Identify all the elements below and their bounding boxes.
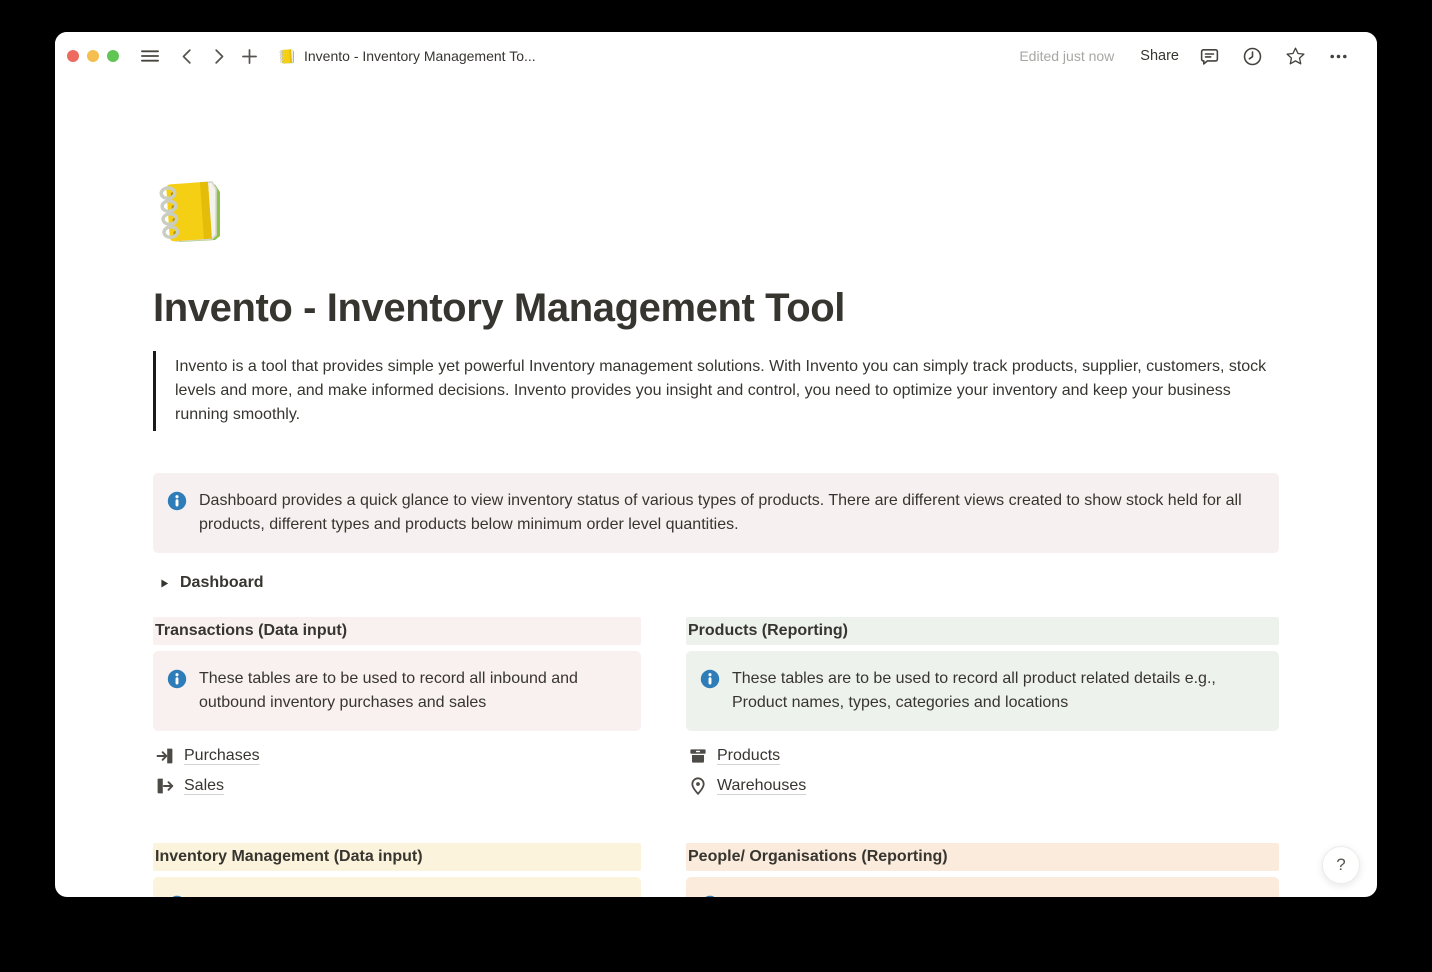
dashboard-callout[interactable]: Dashboard provides a quick glance to vie…	[153, 473, 1279, 553]
forward-button[interactable]	[206, 44, 231, 69]
inventory-management-callout-text: These tables are to be used to record al…	[199, 893, 625, 897]
minimize-window-button[interactable]	[87, 50, 99, 62]
comment-bubble-icon	[1199, 46, 1220, 67]
fullscreen-window-button[interactable]	[107, 50, 119, 62]
warehouses-link[interactable]: Warehouses	[686, 771, 1279, 801]
exit-door-icon	[155, 776, 175, 796]
purchases-link[interactable]: Purchases	[153, 741, 641, 771]
right-column: Products (Reporting) These tables are to…	[686, 617, 1279, 897]
app-window: Invento - Inventory Management To... Edi…	[55, 32, 1377, 897]
location-pin-icon	[688, 776, 708, 796]
quote-text: Invento is a tool that provides simple y…	[175, 355, 1279, 427]
quote-block[interactable]: Invento is a tool that provides simple y…	[153, 351, 1279, 431]
products-links: Products Warehouses	[686, 741, 1279, 801]
page-emoji-icon	[278, 47, 297, 66]
section-header-inventory-management[interactable]: Inventory Management (Data input)	[153, 843, 641, 871]
products-callout[interactable]: These tables are to be used to record al…	[686, 651, 1279, 731]
transactions-callout[interactable]: These tables are to be used to record al…	[153, 651, 641, 731]
history-button[interactable]	[1238, 42, 1267, 71]
purchases-link-label: Purchases	[184, 747, 260, 765]
favorite-button[interactable]	[1281, 42, 1310, 71]
ellipsis-icon	[1328, 46, 1349, 67]
titlebar: Invento - Inventory Management To... Edi…	[55, 32, 1377, 80]
plus-icon	[241, 48, 258, 65]
back-button[interactable]	[175, 44, 200, 69]
close-window-button[interactable]	[67, 50, 79, 62]
info-icon	[700, 669, 720, 689]
info-icon	[167, 669, 187, 689]
products-callout-text: These tables are to be used to record al…	[732, 667, 1263, 715]
people-organisations-callout-text: These tables are to be used to record de…	[732, 893, 1244, 897]
new-tab-button[interactable]	[237, 44, 262, 69]
people-organisations-callout[interactable]: These tables are to be used to record de…	[686, 877, 1279, 897]
info-icon	[167, 491, 187, 511]
chevron-right-icon	[210, 48, 227, 65]
transactions-links: Purchases Sales	[153, 741, 641, 801]
dashboard-toggle[interactable]: Dashboard	[153, 571, 1279, 595]
info-icon	[700, 895, 720, 897]
dashboard-callout-text: Dashboard provides a quick glance to vie…	[199, 489, 1263, 537]
section-header-people-organisations[interactable]: People/ Organisations (Reporting)	[686, 843, 1279, 871]
star-icon	[1285, 46, 1306, 67]
share-button[interactable]: Share	[1132, 44, 1187, 68]
chevron-left-icon	[179, 48, 196, 65]
tab-title-label: Invento - Inventory Management To...	[304, 48, 536, 64]
warehouses-link-label: Warehouses	[717, 777, 806, 795]
dashboard-toggle-label: Dashboard	[180, 574, 264, 592]
left-column: Transactions (Data input) These tables a…	[153, 617, 641, 897]
inventory-management-callout[interactable]: These tables are to be used to record al…	[153, 877, 641, 897]
help-button[interactable]: ?	[1322, 846, 1360, 884]
current-page-tab[interactable]: Invento - Inventory Management To...	[278, 47, 536, 66]
sidebar-menu-button[interactable]	[137, 43, 163, 69]
two-column-layout: Transactions (Data input) These tables a…	[153, 617, 1279, 897]
more-options-button[interactable]	[1324, 42, 1353, 71]
page-content: Invento - Inventory Management Tool Inve…	[153, 172, 1279, 897]
clock-icon	[1242, 46, 1263, 67]
sales-link-label: Sales	[184, 777, 224, 795]
archive-box-icon	[688, 746, 708, 766]
screenshot-background: { "titlebar": { "title": "Invento - Inve…	[0, 0, 1432, 972]
sales-link[interactable]: Sales	[153, 771, 641, 801]
hamburger-icon	[141, 47, 159, 65]
edited-status: Edited just now	[1019, 48, 1114, 64]
page-title[interactable]: Invento - Inventory Management Tool	[153, 286, 1279, 331]
enter-door-icon	[155, 746, 175, 766]
transactions-callout-text: These tables are to be used to record al…	[199, 667, 625, 715]
info-icon	[167, 895, 187, 897]
toggle-arrow-icon	[159, 578, 170, 589]
products-link-label: Products	[717, 747, 780, 765]
notebook-icon	[153, 172, 233, 252]
page-icon[interactable]	[153, 172, 233, 252]
window-controls	[67, 50, 119, 62]
section-header-products[interactable]: Products (Reporting)	[686, 617, 1279, 645]
help-button-label: ?	[1336, 855, 1345, 875]
products-link[interactable]: Products	[686, 741, 1279, 771]
comments-button[interactable]	[1195, 42, 1224, 71]
section-header-transactions[interactable]: Transactions (Data input)	[153, 617, 641, 645]
